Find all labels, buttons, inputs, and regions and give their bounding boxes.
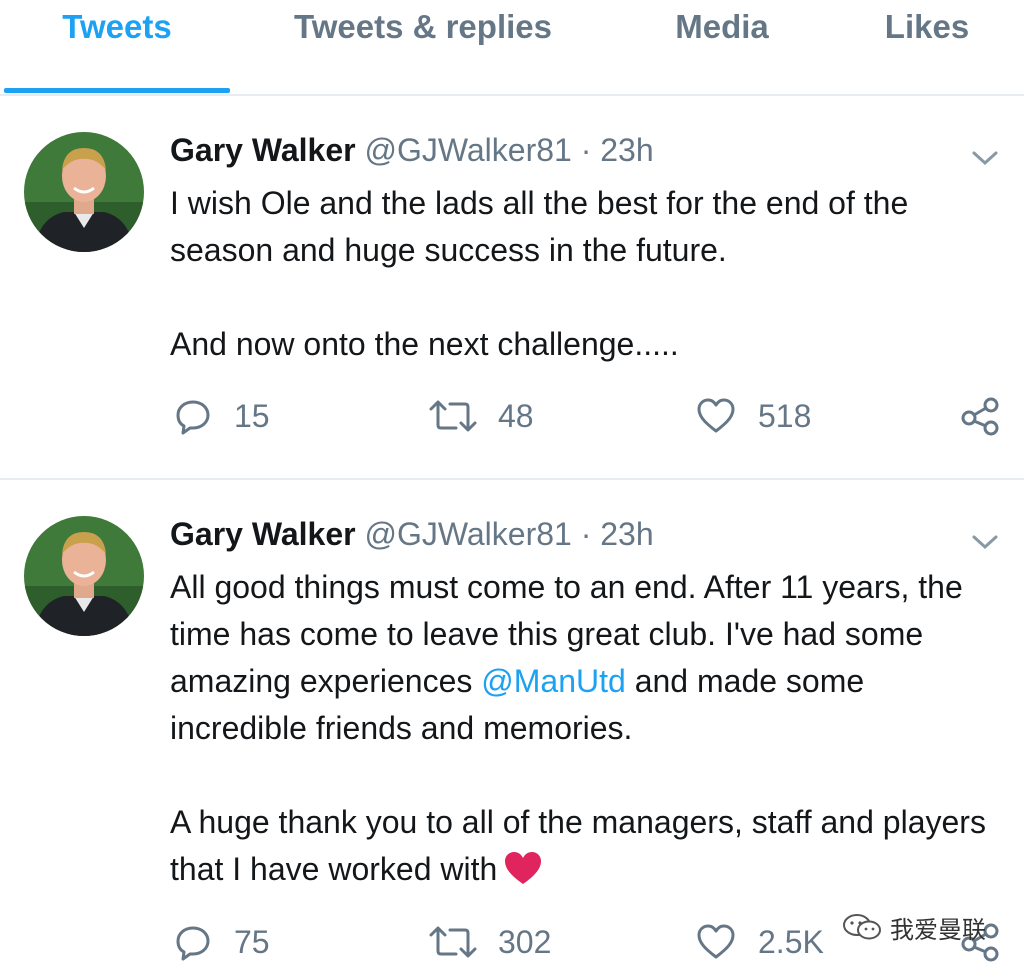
tweet[interactable]: Gary Walker @GJWalker81 · 23h All good t… xyxy=(0,480,1024,970)
reply-icon xyxy=(176,926,210,961)
tweet-text-segment: A huge thank you to all of the managers,… xyxy=(170,804,986,887)
tweet[interactable]: Gary Walker @GJWalker81 · 23h I wish Ole… xyxy=(0,96,1024,478)
tweet-actions: 15 48 518 xyxy=(170,394,1010,438)
tab-tweets[interactable]: Tweets xyxy=(4,0,230,96)
retweet-icon xyxy=(429,400,477,432)
separator-dot: · xyxy=(580,132,592,168)
author-name[interactable]: Gary Walker xyxy=(170,132,356,168)
reply-button[interactable]: 75 xyxy=(174,920,270,964)
share-icon xyxy=(961,397,999,436)
like-count: 2.5K xyxy=(758,923,824,960)
retweet-count: 302 xyxy=(498,923,552,960)
caret-down-icon[interactable] xyxy=(970,532,1000,552)
tweet-text: I wish Ole and the lads all the best for… xyxy=(170,180,1000,368)
author-handle[interactable]: @GJWalker81 xyxy=(364,132,571,168)
tweet-paragraph: All good things must come to an end. Aft… xyxy=(170,564,1000,752)
like-icon xyxy=(697,924,735,959)
author-handle[interactable]: @GJWalker81 xyxy=(364,516,571,552)
retweet-count: 48 xyxy=(498,397,534,434)
reply-button[interactable]: 15 xyxy=(174,394,270,438)
profile-tabs: Tweets Tweets & replies Media Likes xyxy=(0,0,1024,96)
reply-count: 15 xyxy=(234,397,270,434)
active-tab-indicator xyxy=(4,88,230,93)
tab-tweets-and-replies[interactable]: Tweets & replies xyxy=(262,0,584,96)
tweet-time[interactable]: 23h xyxy=(600,516,653,552)
separator-dot: · xyxy=(580,516,592,552)
tweet-paragraph: A huge thank you to all of the managers,… xyxy=(170,799,1000,899)
watermark-text: 我爱曼联 xyxy=(890,916,986,944)
tweet-paragraph: And now onto the next challenge..... xyxy=(170,326,679,362)
retweet-icon xyxy=(429,926,477,958)
wechat-icon xyxy=(843,914,881,940)
tweet-text: All good things must come to an end. Aft… xyxy=(170,564,1000,899)
like-button[interactable]: 2.5K xyxy=(696,920,824,964)
retweet-button[interactable]: 302 xyxy=(428,920,551,964)
like-icon xyxy=(697,398,735,433)
avatar[interactable] xyxy=(24,132,144,252)
tweet-header: Gary Walker @GJWalker81 · 23h xyxy=(170,514,654,554)
watermark: 我爱曼联 xyxy=(842,912,986,944)
caret-down-icon[interactable] xyxy=(970,148,1000,168)
author-name[interactable]: Gary Walker xyxy=(170,516,356,552)
tab-media[interactable]: Media xyxy=(632,0,812,96)
like-count: 518 xyxy=(758,397,812,434)
tweet-header: Gary Walker @GJWalker81 · 23h xyxy=(170,130,654,170)
avatar[interactable] xyxy=(24,516,144,636)
reply-icon xyxy=(176,400,210,435)
heart-emoji-icon xyxy=(503,850,543,899)
like-button[interactable]: 518 xyxy=(696,394,811,438)
reply-count: 75 xyxy=(234,923,270,960)
tab-likes[interactable]: Likes xyxy=(852,0,1002,96)
mention-link[interactable]: @ManUtd xyxy=(481,663,626,699)
tweet-time[interactable]: 23h xyxy=(600,132,653,168)
tweet-paragraph: I wish Ole and the lads all the best for… xyxy=(170,185,909,268)
retweet-button[interactable]: 48 xyxy=(428,394,534,438)
share-button[interactable] xyxy=(960,394,1000,438)
